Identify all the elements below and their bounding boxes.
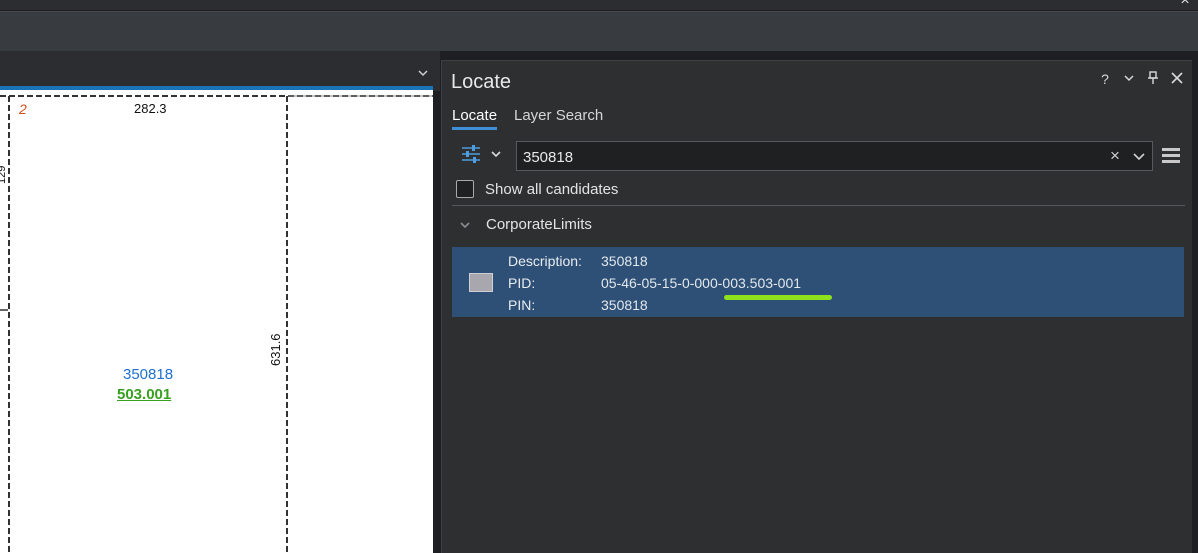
map-view[interactable]: 2 282.3 129 631.6 350818 503.001 bbox=[0, 90, 433, 553]
chevron-down-icon bbox=[458, 218, 472, 232]
result-pin-value: 350818 bbox=[601, 297, 648, 313]
result-group-header[interactable]: CorporateLimits bbox=[458, 216, 592, 233]
pid-highlight-annotation bbox=[724, 295, 832, 300]
parcel-pin-label: 350818 bbox=[123, 366, 174, 383]
help-button[interactable]: ? bbox=[1098, 71, 1112, 88]
hamburger-menu-icon[interactable] bbox=[1161, 146, 1181, 164]
app-window: × 2 282.3 129 631.6 350818 503.001 Locat… bbox=[0, 0, 1198, 553]
sliders-icon bbox=[460, 143, 482, 170]
close-icon[interactable] bbox=[1170, 71, 1184, 88]
parcel-lines bbox=[0, 95, 433, 553]
chevron-down-icon[interactable] bbox=[416, 66, 430, 80]
map-tab-strip bbox=[0, 51, 440, 91]
result-item[interactable]: Description: 350818 PID: 05-46-05-15-0-0… bbox=[452, 247, 1184, 317]
window-close-icon[interactable]: × bbox=[1178, 0, 1192, 9]
search-box: × bbox=[516, 141, 1153, 171]
pane-toolbar: ? bbox=[1098, 71, 1184, 88]
ribbon bbox=[0, 11, 1198, 51]
show-all-candidates-label: Show all candidates bbox=[485, 180, 619, 198]
search-history-chevron-down-icon[interactable] bbox=[1131, 148, 1147, 164]
result-symbol-swatch bbox=[469, 273, 493, 292]
locate-pane: Locate ? Locate Layer Search 350818 × Sh… bbox=[441, 60, 1192, 553]
result-pid-key: PID: bbox=[508, 275, 536, 291]
show-all-candidates-checkbox[interactable]: Show all candidates bbox=[456, 180, 618, 198]
divider bbox=[452, 205, 1185, 206]
checkbox-box[interactable] bbox=[456, 180, 474, 198]
title-bar: × bbox=[0, 0, 1198, 10]
dimension-left-label: 129 bbox=[0, 165, 8, 184]
locator-options-button[interactable] bbox=[460, 143, 510, 169]
result-pin-key: PIN: bbox=[508, 297, 536, 313]
result-pid-value: 05-46-05-15-0-000-003.503-001 bbox=[601, 275, 802, 291]
dimension-top-label: 282.3 bbox=[134, 101, 167, 116]
pin-icon[interactable] bbox=[1146, 71, 1160, 88]
result-group-label: CorporateLimits bbox=[486, 216, 592, 233]
chevron-down-icon bbox=[490, 147, 502, 165]
parcel-id-label: 503.001 bbox=[117, 386, 172, 403]
dimension-right-label: 631.6 bbox=[268, 333, 283, 366]
tab-layer-search[interactable]: Layer Search bbox=[514, 107, 603, 124]
clear-icon[interactable]: × bbox=[1107, 146, 1123, 166]
result-description-key: Description: bbox=[508, 253, 582, 269]
search-input[interactable] bbox=[523, 148, 1083, 166]
result-description-value: 350818 bbox=[601, 253, 648, 269]
pane-title: Locate bbox=[451, 71, 512, 93]
parcel-index-label: 2 bbox=[19, 101, 27, 117]
pane-options-chevron-down-icon[interactable] bbox=[1122, 71, 1136, 88]
tab-locate[interactable]: Locate bbox=[452, 107, 498, 130]
